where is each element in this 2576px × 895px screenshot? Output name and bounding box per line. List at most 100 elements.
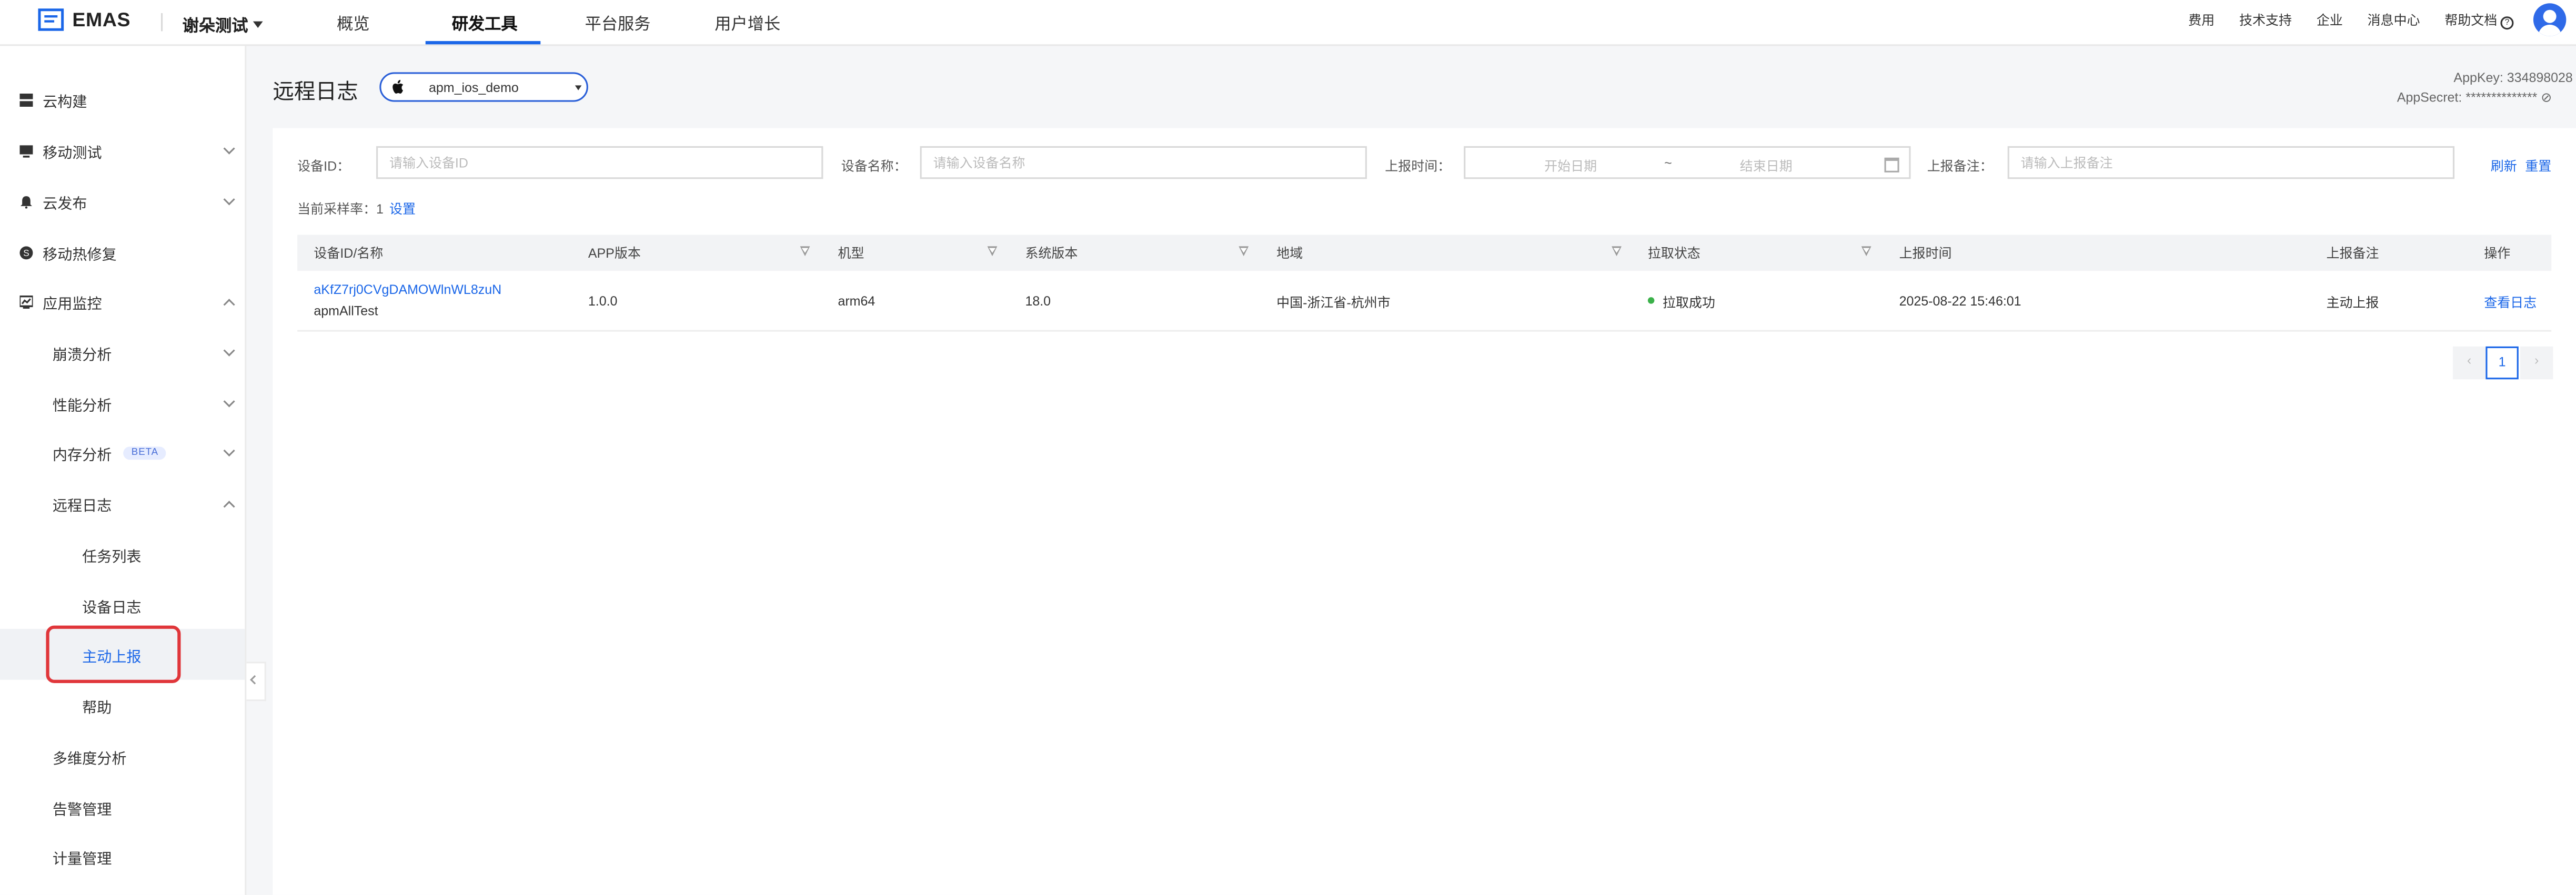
question-icon: ? xyxy=(2500,16,2514,30)
date-range-picker[interactable]: 开始日期 ~ 结束日期 xyxy=(1464,146,1911,179)
region-cell: 中国-浙江省-杭州市 xyxy=(1276,296,1391,311)
sidebar-item-performance-analysis[interactable]: 性能分析 xyxy=(0,388,245,420)
sidebar-item-remote-log[interactable]: 远程日志 xyxy=(0,487,245,520)
server-icon xyxy=(19,93,33,107)
monitor-icon xyxy=(19,145,33,158)
pagination-page-1[interactable]: 1 xyxy=(2486,346,2519,380)
link-tech-support[interactable]: 技术支持 xyxy=(2239,12,2292,29)
chevron-down-icon xyxy=(223,445,235,457)
note-cell: 主动上报 xyxy=(2326,296,2379,311)
sidebar-item-app-monitor[interactable]: 应用监控 xyxy=(0,286,245,318)
tab-platform-services[interactable]: 平台服务 xyxy=(585,10,651,34)
top-navbar: EMAS 谢朵测试 概览 研发工具 平台服务 用户增长 费用 技术支持 企业 消… xyxy=(0,0,2576,46)
sidebar-item-cloud-build[interactable]: 云构建 xyxy=(0,84,245,116)
note-input[interactable] xyxy=(2007,146,2455,179)
device-id-link[interactable]: aKfZ7rj0CVgDAMOWlnWL8zuN xyxy=(314,282,501,297)
sidebar-item-label: 性能分析 xyxy=(52,396,112,413)
model-cell: arm64 xyxy=(838,293,876,309)
range-separator: ~ xyxy=(1664,156,1672,171)
report-time-cell: 2025-08-22 15:46:01 xyxy=(1899,293,2021,309)
sidebar: 云构建 移动测试 云发布 S 移动热修复 应用监控 崩溃分析 性能分析 内存分析… xyxy=(0,46,247,895)
sidebar-item-multi-dimension[interactable]: 多维度分析 xyxy=(0,740,245,773)
sidebar-item-task-list[interactable]: 任务列表 xyxy=(0,538,245,571)
col-status: 拉取状态 xyxy=(1647,246,1700,261)
col-os-version: 系统版本 xyxy=(1025,246,1078,261)
page-title: 远程日志 xyxy=(273,78,358,104)
sidebar-item-cloud-publish[interactable]: 云发布 xyxy=(0,186,245,218)
highlight-box xyxy=(46,625,181,683)
status-dot xyxy=(1647,297,1655,304)
appkey-text: AppKey: 334898028 xyxy=(2453,70,2573,86)
avatar-head xyxy=(2543,9,2557,23)
sidebar-item-label: 任务列表 xyxy=(82,547,142,564)
tab-dev-tools[interactable]: 研发工具 xyxy=(452,10,518,34)
sidebar-item-help[interactable]: 帮助 xyxy=(0,689,245,722)
link-help-docs[interactable]: 帮助文档? xyxy=(2444,12,2514,30)
note-label: 上报备注： xyxy=(1927,159,1993,174)
chevron-down-icon xyxy=(223,395,235,408)
sidebar-item-alert-management[interactable]: 告警管理 xyxy=(0,791,245,824)
emas-logo-icon xyxy=(38,8,64,31)
header-divider xyxy=(161,13,163,32)
os-version-cell: 18.0 xyxy=(1025,293,1051,309)
sidebar-item-device-log[interactable]: 设备日志 xyxy=(0,589,245,622)
device-name-input[interactable] xyxy=(920,146,1367,179)
sidebar-item-label: 崩溃分析 xyxy=(52,345,112,362)
link-message-center[interactable]: 消息中心 xyxy=(2368,12,2420,29)
device-id-input[interactable] xyxy=(376,146,823,179)
sidebar-item-label: 告警管理 xyxy=(52,800,112,817)
sidebar-item-label: 多维度分析 xyxy=(52,749,127,766)
sidebar-item-memory-analysis[interactable]: 内存分析 BETA xyxy=(0,437,245,470)
sidebar-item-label: 远程日志 xyxy=(52,496,112,513)
tab-user-growth[interactable]: 用户增长 xyxy=(715,10,780,34)
sidebar-item-label: 应用监控 xyxy=(43,294,102,311)
apple-icon xyxy=(393,79,404,94)
reset-button[interactable]: 重置 xyxy=(2525,158,2551,176)
sidebar-collapse-button[interactable] xyxy=(246,662,266,701)
avatar[interactable] xyxy=(2533,3,2567,36)
tab-overview[interactable]: 概览 xyxy=(337,10,369,34)
help-docs-label: 帮助文档 xyxy=(2444,13,2498,28)
app-switcher[interactable]: 谢朵测试 xyxy=(183,12,263,36)
svg-text:S: S xyxy=(23,248,29,258)
filter-icon[interactable] xyxy=(987,246,998,257)
app-name: 谢朵测试 xyxy=(182,18,248,36)
filter-icon[interactable] xyxy=(1239,246,1249,257)
status-cell: 拉取成功 xyxy=(1662,296,1715,311)
sidebar-item-label: 设备日志 xyxy=(82,598,142,615)
refresh-button[interactable]: 刷新 xyxy=(2491,158,2517,176)
device-id-label: 设备ID： xyxy=(297,159,350,174)
end-date-placeholder: 结束日期 xyxy=(1739,159,1793,174)
view-log-link[interactable]: 查看日志 xyxy=(2484,294,2537,312)
sidebar-item-metering[interactable]: 计量管理 xyxy=(0,841,245,873)
sidebar-item-label: 帮助 xyxy=(82,698,112,715)
sidebar-item-mobile-test[interactable]: 移动测试 xyxy=(0,135,245,167)
link-enterprise[interactable]: 企业 xyxy=(2317,12,2343,29)
app-select-value: apm_ios_demo xyxy=(428,80,519,96)
pagination-next[interactable]: › xyxy=(2520,346,2553,380)
report-time-label: 上报时间： xyxy=(1385,159,1451,174)
beta-badge: BETA xyxy=(123,446,167,460)
sidebar-item-label: 移动热修复 xyxy=(43,245,117,262)
chevron-left-icon xyxy=(250,675,259,685)
caret-down-icon xyxy=(253,21,263,27)
calendar-icon xyxy=(1884,157,1899,172)
start-date-placeholder: 开始日期 xyxy=(1544,159,1597,174)
caret-down-icon xyxy=(575,85,582,90)
sidebar-item-label: 云发布 xyxy=(43,195,87,211)
sidebar-item-crash-analysis[interactable]: 崩溃分析 xyxy=(0,337,245,369)
link-billing[interactable]: 费用 xyxy=(2188,12,2215,29)
filter-icon[interactable] xyxy=(1612,246,1622,257)
emas-logo[interactable]: EMAS xyxy=(36,6,130,33)
filter-icon[interactable] xyxy=(1861,246,1871,257)
pagination-prev[interactable]: ‹ xyxy=(2452,346,2486,380)
device-name-label: 设备名称： xyxy=(841,159,907,174)
set-sampling-link[interactable]: 设置 xyxy=(389,200,416,218)
chevron-down-icon xyxy=(223,344,235,357)
col-model: 机型 xyxy=(838,246,864,261)
sidebar-item-hotfix[interactable]: S 移动热修复 xyxy=(0,237,245,269)
app-select[interactable]: apm_ios_demo xyxy=(379,72,588,102)
filter-icon[interactable] xyxy=(800,246,810,257)
col-report-time: 上报时间 xyxy=(1899,246,1952,261)
appsecret-text: AppSecret: ************** ⊘ xyxy=(2397,90,2552,105)
